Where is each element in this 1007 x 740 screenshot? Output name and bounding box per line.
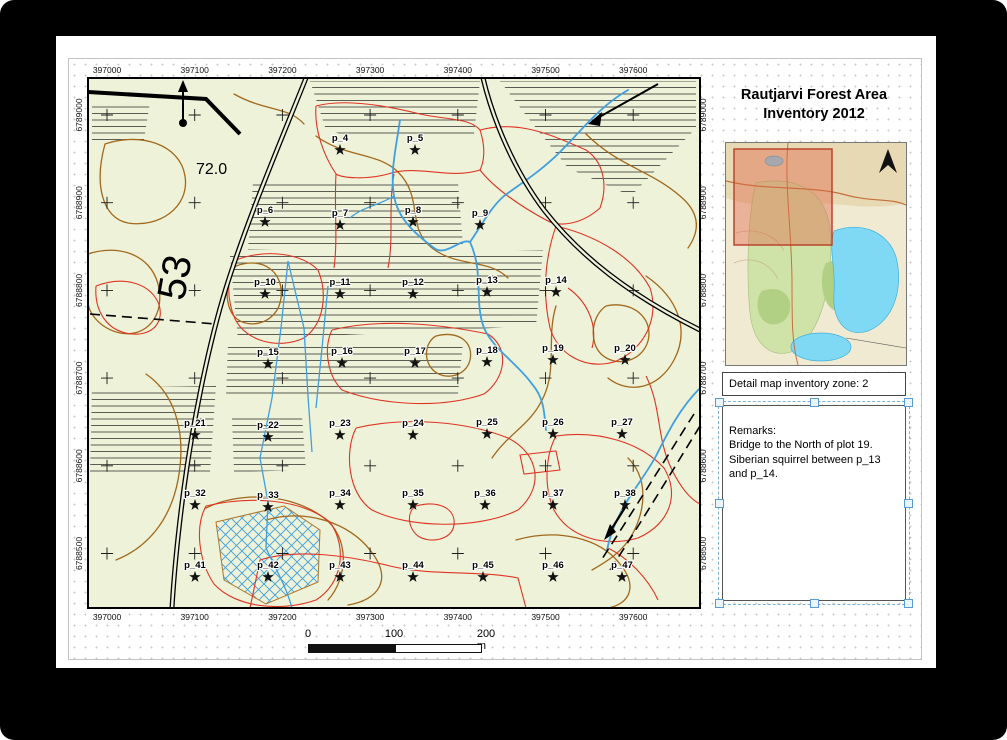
- grid-label-x: 397100: [181, 65, 210, 75]
- plot-label: p_24: [402, 418, 424, 429]
- grid-label-x: 397500: [531, 612, 560, 622]
- plot-label: p_18: [476, 345, 498, 356]
- plot-label: p_15: [257, 347, 279, 358]
- grid-label-x: 397000: [93, 65, 122, 75]
- plot-label: p_26: [542, 417, 564, 428]
- detail-map-item[interactable]: 72.0 53 p_4 p_5 p_6 p_7 p_8 p_9 p_10 p_11 p_12 p_…: [72, 64, 716, 624]
- plot-label: p_21: [184, 418, 206, 429]
- title-line1: Rautjarvi Forest Area: [722, 86, 906, 105]
- grid-label-x: 397400: [444, 65, 473, 75]
- plot-label: p_9: [472, 208, 488, 219]
- scalebar-label-0: 0: [305, 628, 311, 640]
- plot-label: p_6: [257, 205, 273, 216]
- plot-label: p_46: [542, 560, 564, 571]
- scalebar-bar: [308, 644, 482, 653]
- plot-label: p_19: [542, 343, 564, 354]
- overview-map-graphic: [726, 143, 906, 365]
- plot-label: p_17: [404, 346, 426, 357]
- title-line2: Inventory 2012: [722, 105, 906, 124]
- plot-label: p_23: [329, 418, 351, 429]
- grid-label-x: 397400: [444, 612, 473, 622]
- screenshot-background: 72.0 53 p_4 p_5 p_6 p_7 p_8 p_9 p_10 p_11 p_12 p_…: [0, 0, 1007, 740]
- grid-label-y: 6788800: [74, 274, 84, 307]
- plot-label: p_14: [545, 275, 567, 286]
- remarks-box-item[interactable]: Remarks: Bridge to the North of plot 19.…: [722, 405, 906, 601]
- plot-label: p_10: [254, 277, 276, 288]
- scalebar-segment-filled: [309, 645, 395, 652]
- plot-label: p_7: [332, 208, 348, 219]
- plot-label: p_5: [407, 133, 424, 144]
- detail-zone-label-item[interactable]: Detail map inventory zone: 2: [722, 372, 906, 396]
- plot-label: p_4: [332, 133, 349, 144]
- plot-label: p_47: [611, 560, 633, 571]
- overview-map-item[interactable]: [725, 142, 907, 366]
- grid-label-y: 6788500: [74, 537, 84, 570]
- plot-label: p_41: [184, 560, 206, 571]
- remarks-text: Remarks: Bridge to the North of plot 19.…: [729, 425, 881, 481]
- scalebar-item[interactable]: 0 100 200 m: [308, 628, 480, 660]
- grid-label-y: 6788900: [74, 186, 84, 219]
- plot-label: p_12: [402, 277, 424, 288]
- plot-label: p_11: [329, 277, 351, 288]
- plot-label: p_43: [329, 560, 351, 571]
- scalebar-segment-empty: [395, 645, 482, 652]
- plot-label: p_37: [542, 488, 564, 499]
- grid-label-x: 397300: [356, 612, 385, 622]
- plot-label: p_20: [614, 343, 636, 354]
- plot-label: p_8: [405, 205, 421, 216]
- road-number-label: 53: [150, 252, 201, 303]
- grid-label-y: 6788800: [698, 274, 708, 307]
- grid-label-x: 397600: [619, 612, 648, 622]
- grid-label-y: 6789000: [698, 98, 708, 131]
- detail-extent-highlight: [734, 149, 832, 245]
- plot-label: p_34: [329, 488, 351, 499]
- plot-label: p_22: [257, 420, 279, 431]
- plot-label: p_44: [402, 560, 424, 571]
- plot-label: p_35: [402, 488, 424, 499]
- grid-label-x: 397300: [356, 65, 385, 75]
- grid-label-y: 6788500: [698, 537, 708, 570]
- grid-label-x: 397100: [181, 612, 210, 622]
- grid-label-y: 6789000: [74, 98, 84, 131]
- grid-label-x: 397600: [619, 65, 648, 75]
- plot-label: p_16: [331, 346, 353, 357]
- plot-label: p_25: [476, 417, 498, 428]
- plot-label: p_38: [614, 488, 636, 499]
- grid-label-y: 6788900: [698, 186, 708, 219]
- grid-label-y: 6788600: [698, 449, 708, 482]
- grid-label-y: 6788600: [74, 449, 84, 482]
- plot-label: p_32: [184, 488, 206, 499]
- detail-zone-text: Detail map inventory zone: 2: [729, 378, 868, 390]
- plot-label: p_42: [257, 560, 279, 571]
- plot-label: p_45: [472, 560, 494, 571]
- grid-label-x: 397200: [268, 65, 297, 75]
- plot-label: p_27: [611, 417, 633, 428]
- plot-label: p_13: [476, 275, 498, 286]
- grid-label-y: 6788700: [74, 361, 84, 394]
- plot-label: p_36: [474, 488, 496, 499]
- grid-label-x: 397000: [93, 612, 122, 622]
- grid-label-y: 6788700: [698, 361, 708, 394]
- plot-label: p_33: [257, 490, 279, 501]
- spot-elevation-label: 72.0: [196, 161, 227, 178]
- layout-title-item[interactable]: Rautjarvi Forest Area Inventory 2012: [722, 86, 906, 124]
- grid-label-x: 397500: [531, 65, 560, 75]
- scalebar-label-100: 100: [385, 628, 403, 640]
- grid-label-x: 397200: [268, 612, 297, 622]
- layout-canvas: 72.0 53 p_4 p_5 p_6 p_7 p_8 p_9 p_10 p_11 p_12 p_…: [56, 36, 936, 668]
